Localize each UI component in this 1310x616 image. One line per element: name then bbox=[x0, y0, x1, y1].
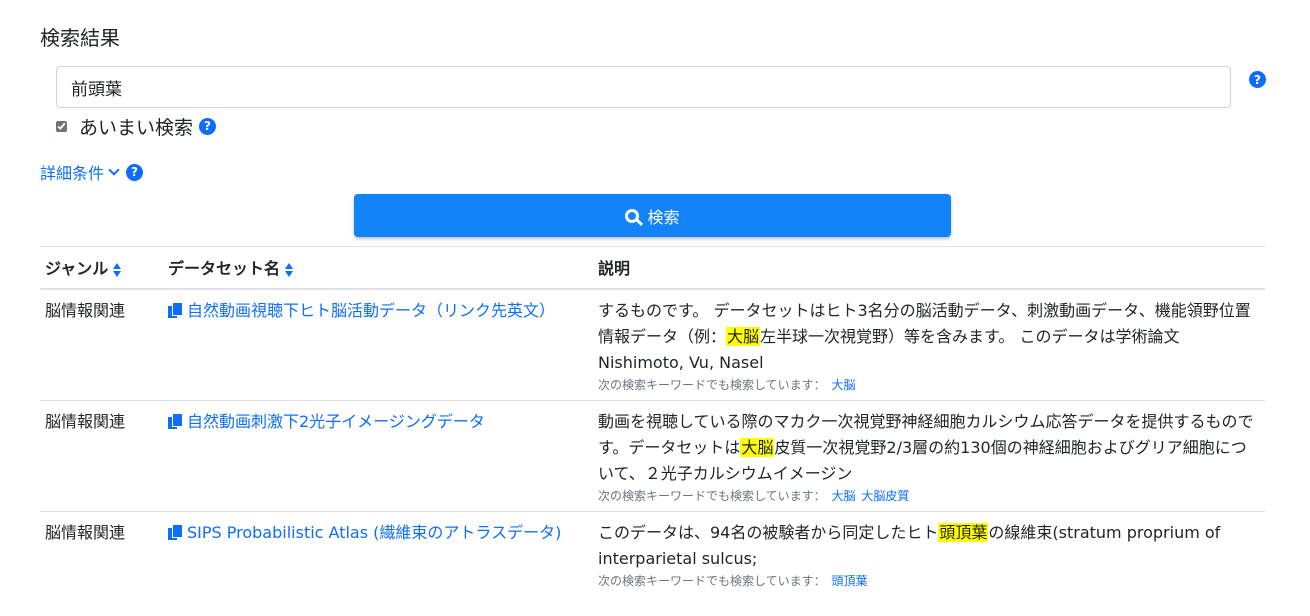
keyword-note: 次の検索キーワードでも検索しています： 大脳 bbox=[598, 377, 856, 392]
highlight-term: 大脳 bbox=[740, 438, 775, 457]
highlight-term: 大脳 bbox=[726, 326, 761, 346]
table-row: 脳情報関連 SIPS Probabilistic Atlas (繊維束のアトラス… bbox=[40, 511, 1265, 602]
results-table: ジャンル データセット名 説明 脳情報関連 自然動画視聴下ヒト脳活動データ（リン… bbox=[40, 246, 1265, 602]
fuzzy-help-icon[interactable]: ? bbox=[199, 117, 217, 135]
copy-document-icon bbox=[168, 525, 182, 540]
keyword-link[interactable]: 大脳皮質 bbox=[861, 489, 909, 503]
description-header: 説明 bbox=[593, 246, 1265, 290]
sort-icon[interactable] bbox=[285, 262, 294, 277]
dataset-name-cell: SIPS Probabilistic Atlas (繊維束のアトラスデータ) bbox=[163, 511, 593, 602]
dataset-name-header[interactable]: データセット名 bbox=[163, 246, 593, 290]
genre-cell: 脳情報関連 bbox=[40, 288, 163, 401]
fuzzy-search-checkbox[interactable] bbox=[56, 120, 67, 132]
genre-cell: 脳情報関連 bbox=[40, 511, 163, 602]
detail-conditions-toggle[interactable]: 詳細条件 ? bbox=[40, 160, 144, 184]
description-text: 動画を視聴している際のマカク一次視覚野神経細胞カルシウム応答データを提供するもの… bbox=[598, 412, 1254, 483]
highlight-term: 頭頂葉 bbox=[938, 523, 989, 542]
description-text: するものです。 データセットはヒト3名分の脳活動データ、刺激動画データ、機能領野… bbox=[598, 300, 1251, 372]
table-row: 脳情報関連 自然動画視聴下ヒト脳活動データ（リンク先英文） するものです。 デー… bbox=[40, 288, 1265, 401]
description-cell: 動画を視聴している際のマカク一次視覚野神経細胞カルシウム応答データを提供するもの… bbox=[593, 400, 1265, 512]
page-title: 検索結果 bbox=[40, 26, 120, 50]
search-input[interactable] bbox=[56, 66, 1231, 108]
keyword-link[interactable]: 頭頂葉 bbox=[831, 574, 867, 588]
fuzzy-search-option: あいまい検索 ? bbox=[56, 113, 217, 140]
dataset-link[interactable]: 自然動画視聴下ヒト脳活動データ（リンク先英文） bbox=[168, 301, 555, 320]
sort-icon[interactable] bbox=[113, 262, 122, 277]
detail-conditions-label[interactable]: 詳細条件 bbox=[40, 160, 104, 184]
help-icon[interactable]: ? bbox=[1249, 71, 1266, 88]
dataset-link[interactable]: 自然動画刺激下2光子イメージングデータ bbox=[168, 412, 485, 431]
chevron-down-icon[interactable] bbox=[108, 164, 120, 176]
keyword-note: 次の検索キーワードでも検索しています： 頭頂葉 bbox=[598, 574, 868, 588]
search-icon bbox=[625, 208, 640, 223]
keyword-link[interactable]: 大脳 bbox=[831, 378, 855, 392]
detail-help-icon[interactable]: ? bbox=[126, 163, 144, 181]
dataset-link[interactable]: SIPS Probabilistic Atlas (繊維束のアトラスデータ) bbox=[168, 523, 561, 542]
fuzzy-search-label[interactable]: あいまい検索 bbox=[79, 113, 193, 140]
genre-cell: 脳情報関連 bbox=[40, 400, 163, 512]
description-cell: このデータは、94名の被験者から同定したヒト頭頂葉の線維束(stratum pr… bbox=[593, 511, 1265, 602]
dataset-name-cell: 自然動画視聴下ヒト脳活動データ（リンク先英文） bbox=[163, 288, 593, 401]
description-cell: するものです。 データセットはヒト3名分の脳活動データ、刺激動画データ、機能領野… bbox=[593, 288, 1265, 401]
table-header-row: ジャンル データセット名 説明 bbox=[40, 246, 1265, 290]
keyword-link[interactable]: 大脳 bbox=[831, 489, 855, 503]
description-text: このデータは、94名の被験者から同定したヒト頭頂葉の線維束(stratum pr… bbox=[598, 523, 1221, 568]
keyword-note: 次の検索キーワードでも検索しています： 大脳 大脳皮質 bbox=[598, 489, 910, 503]
copy-document-icon bbox=[168, 414, 182, 429]
copy-document-icon bbox=[168, 302, 182, 318]
genre-header[interactable]: ジャンル bbox=[40, 246, 163, 290]
search-button-label: 検索 bbox=[647, 207, 680, 227]
dataset-name-cell: 自然動画刺激下2光子イメージングデータ bbox=[163, 400, 593, 512]
table-row: 脳情報関連 自然動画刺激下2光子イメージングデータ 動画を視聴している際のマカク… bbox=[40, 400, 1265, 512]
search-button[interactable]: 検索 bbox=[354, 194, 951, 237]
